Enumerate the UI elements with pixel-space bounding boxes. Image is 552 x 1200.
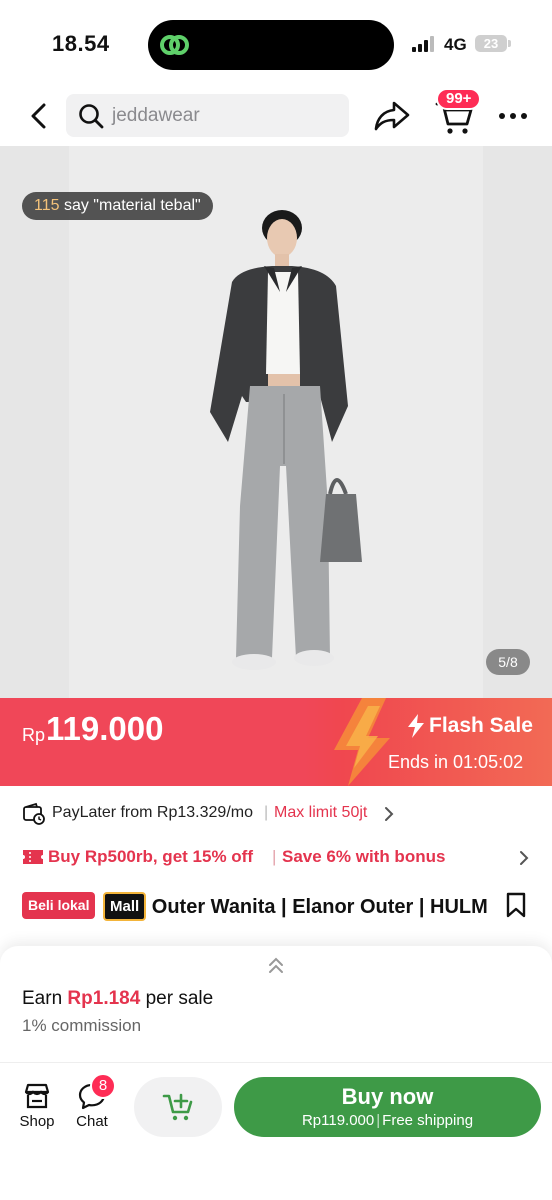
share-icon[interactable] <box>372 98 412 134</box>
flash-sale-label: Flash Sale <box>406 714 533 738</box>
wallet-clock-icon <box>23 802 45 825</box>
price-currency: Rp <box>22 725 46 745</box>
status-bar: 18.54 4G 23 <box>0 0 552 88</box>
coupon-icon <box>23 850 43 864</box>
price-banner: Rp 119.000 Flash Sale Ends in 01:05:02 <box>0 698 552 786</box>
shop-label: Shop <box>19 1113 55 1130</box>
earn-prefix: Earn <box>22 988 68 1009</box>
chevron-right-icon <box>385 807 394 821</box>
chat-label: Chat <box>76 1113 108 1130</box>
battery-nub <box>508 40 511 47</box>
product-title: Beli lokal Mall Outer Wanita | Elanor Ou… <box>22 892 492 921</box>
status-time: 18.54 <box>52 31 110 56</box>
buy-shipping: Free shipping <box>382 1112 474 1129</box>
paylater-text: PayLater from Rp13.329/mo <box>52 804 253 821</box>
review-text: say "material tebal" <box>59 197 201 214</box>
chat-button[interactable]: Chat 8 <box>70 1073 116 1135</box>
battery-icon: 23 <box>475 35 507 52</box>
badge-local: Beli lokal <box>22 892 96 919</box>
buy-price: Rp119.000 <box>301 1112 375 1129</box>
product-title-area: Beli lokal Mall Outer Wanita | Elanor Ou… <box>22 892 492 921</box>
add-cart-icon <box>162 1093 193 1121</box>
network-type: 4G <box>444 35 467 54</box>
chevrons-up-icon[interactable] <box>266 956 286 976</box>
model-figure <box>210 210 362 670</box>
flash-sale-text: Flash Sale <box>429 714 533 737</box>
chevron-left-icon <box>31 103 46 129</box>
bottom-bar: Shop Chat 8 Buy now Rp119.000 | Free shipp… <box>0 1062 552 1200</box>
dynamic-island <box>148 20 394 70</box>
image-counter: 5/8 <box>486 649 530 675</box>
buy-now-label: Buy now <box>341 1084 434 1109</box>
chevron-right-icon <box>520 851 529 865</box>
search-icon <box>79 104 104 129</box>
promo-row[interactable]: Buy Rp500rb, get 15% off | Save 6% with … <box>0 843 552 873</box>
search-text: jeddawear <box>112 105 200 126</box>
cart-badge: 99+ <box>436 88 482 110</box>
add-to-cart-button[interactable] <box>134 1077 222 1137</box>
price-amount: 119.000 <box>46 710 164 747</box>
promo-separator: | <box>272 847 277 866</box>
affiliate-sheet[interactable]: Earn Rp1.184 per sale 1% commission <box>0 946 552 1062</box>
shop-button[interactable]: Shop <box>14 1081 60 1135</box>
promo-bonus: Save 6% with bonus <box>282 847 446 866</box>
chat-badge: 8 <box>90 1073 116 1099</box>
earn-suffix: per sale <box>140 988 214 1009</box>
paylater-limit: Max limit 50jt <box>274 804 368 821</box>
product-image[interactable]: 115 say "material tebal" 5/8 <box>0 146 552 698</box>
commission-text: 1% commission <box>22 1016 142 1035</box>
review-pill[interactable]: 115 say "material tebal" <box>22 192 213 220</box>
earn-amount: Rp1.184 <box>67 988 141 1009</box>
earn-line: Earn Rp1.184 per sale <box>22 988 213 1010</box>
link-app-icon <box>160 35 189 55</box>
back-button[interactable] <box>22 98 56 134</box>
signal-icon <box>412 36 434 52</box>
flash-bolt-icon <box>408 714 424 738</box>
search-input[interactable]: jeddawear <box>66 94 349 137</box>
promo-text: Buy Rp500rb, get 15% off <box>48 847 253 866</box>
buy-now-button[interactable]: Buy now Rp119.000 | Free shipping <box>234 1077 541 1137</box>
flash-countdown: Ends in 01:05:02 <box>388 752 524 772</box>
product-title-text: Outer Wanita | Elanor Outer | HULM <box>151 896 488 918</box>
top-nav: jeddawear 99+ <box>0 88 552 146</box>
buy-now-sub: Rp119.000 | Free shipping <box>234 1112 541 1129</box>
paylater-row[interactable]: PayLater from Rp13.329/mo | Max limit 50… <box>0 798 552 830</box>
bookmark-icon[interactable] <box>505 892 527 918</box>
paylater-separator: | <box>264 804 269 821</box>
more-icon[interactable] <box>496 104 530 128</box>
badge-mall: Mall <box>103 892 147 921</box>
buy-divider: | <box>376 1112 381 1129</box>
shop-icon <box>24 1083 50 1109</box>
lightning-decoration-icon <box>334 698 390 786</box>
review-count: 115 <box>34 197 60 214</box>
